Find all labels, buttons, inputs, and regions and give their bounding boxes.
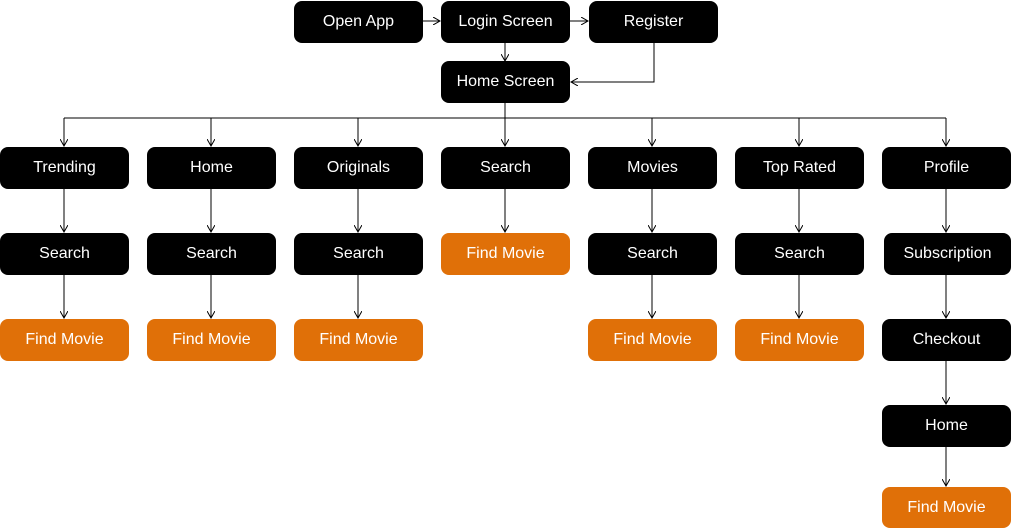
node-trending-search: Search	[0, 233, 129, 275]
node-top-rated-search: Search	[735, 233, 864, 275]
node-home: Home	[147, 147, 276, 189]
node-originals-search: Search	[294, 233, 423, 275]
node-movies-search: Search	[588, 233, 717, 275]
node-search-find-movie: Find Movie	[441, 233, 570, 275]
node-profile-find-movie: Find Movie	[882, 487, 1011, 528]
node-originals: Originals	[294, 147, 423, 189]
node-profile: Profile	[882, 147, 1011, 189]
flow-diagram: Open App Login Screen Register Home Scre…	[0, 0, 1013, 529]
node-movies-find-movie: Find Movie	[588, 319, 717, 361]
node-trending-find-movie: Find Movie	[0, 319, 129, 361]
node-trending: Trending	[0, 147, 129, 189]
node-home-screen: Home Screen	[441, 61, 570, 103]
node-originals-find-movie: Find Movie	[294, 319, 423, 361]
node-open-app: Open App	[294, 1, 423, 43]
node-top-rated-find-movie: Find Movie	[735, 319, 864, 361]
connector-register-home-screen	[571, 42, 655, 82]
node-movies: Movies	[588, 147, 717, 189]
node-profile-home: Home	[882, 405, 1011, 447]
node-search: Search	[441, 147, 570, 189]
node-home-search: Search	[147, 233, 276, 275]
node-register: Register	[589, 1, 718, 43]
node-subscription: Subscription	[884, 233, 1011, 275]
node-top-rated: Top Rated	[735, 147, 864, 189]
node-home-find-movie: Find Movie	[147, 319, 276, 361]
node-checkout: Checkout	[882, 319, 1011, 361]
node-login-screen: Login Screen	[441, 1, 570, 43]
